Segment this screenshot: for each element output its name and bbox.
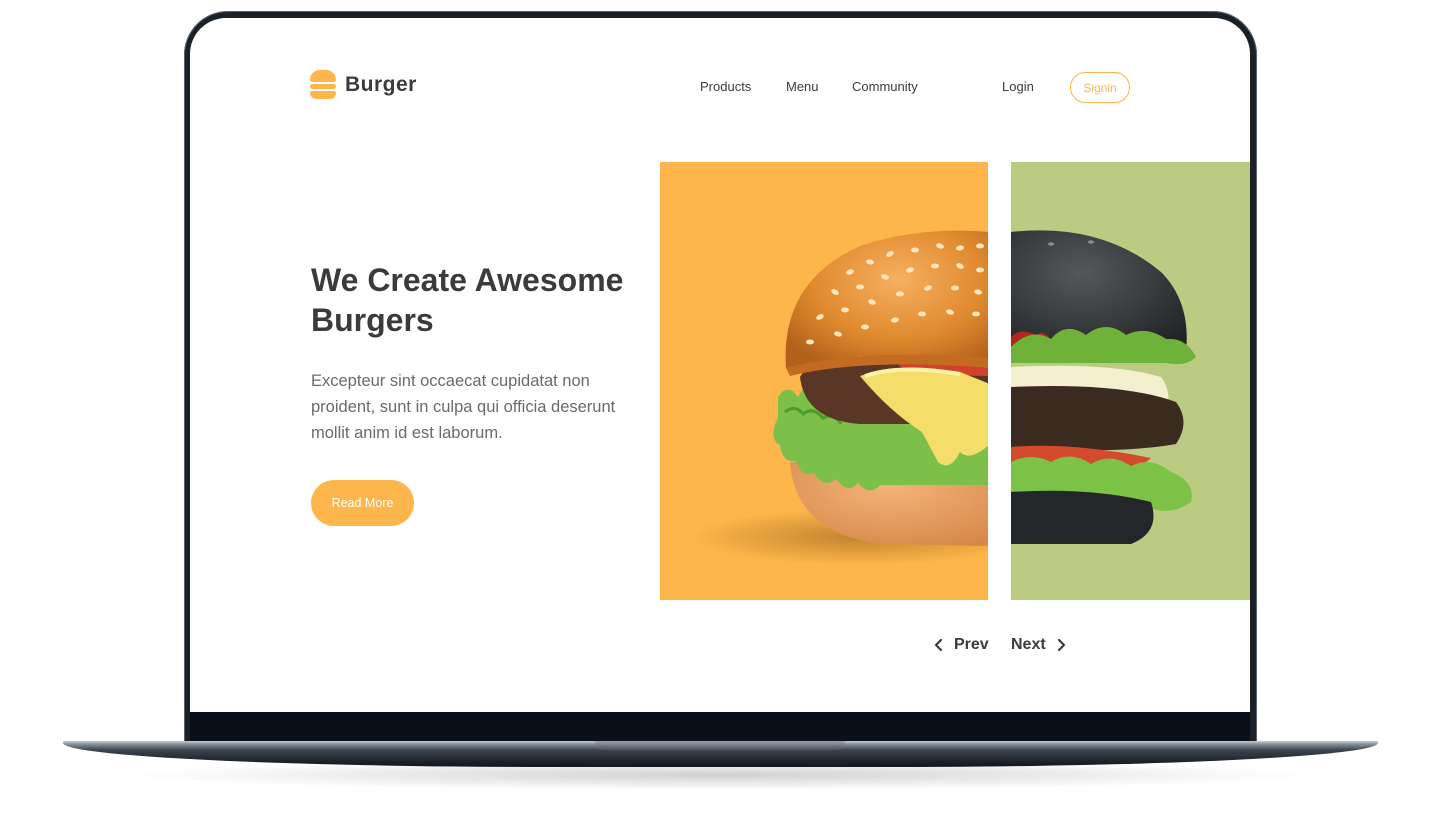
chevron-right-icon (1057, 638, 1065, 652)
nav-community-link[interactable]: Community (852, 79, 918, 94)
laptop-bottom-bezel (190, 712, 1250, 742)
burger-logo-icon (310, 70, 336, 100)
nav-products-link[interactable]: Products (700, 79, 751, 94)
sesame-bun-burger-image (690, 230, 988, 565)
next-label: Next (1011, 636, 1046, 653)
prev-label: Prev (954, 636, 989, 653)
read-more-button[interactable]: Read More (311, 480, 414, 526)
login-link[interactable]: Login (1002, 79, 1034, 94)
signin-button[interactable]: Signin (1070, 72, 1130, 103)
hero-description: Excepteur sint occaecat cupidatat non pr… (311, 372, 616, 442)
next-button[interactable]: Next (1011, 636, 1068, 654)
chevron-left-icon (934, 638, 943, 652)
hero-title: We Create Awesome Burgers (311, 262, 624, 338)
prev-button[interactable]: Prev (932, 636, 989, 654)
slide-black-burger (1011, 162, 1250, 600)
nav-menu-link[interactable]: Menu (786, 79, 819, 94)
website-screen: Burger Products Menu Community Login Sig… (190, 18, 1250, 712)
black-bun-burger-image (1011, 230, 1196, 544)
laptop-notch (595, 741, 845, 750)
brand-logo[interactable]: Burger (310, 70, 417, 100)
brand-name: Burger (345, 73, 417, 96)
slide-sesame-burger (660, 162, 988, 600)
